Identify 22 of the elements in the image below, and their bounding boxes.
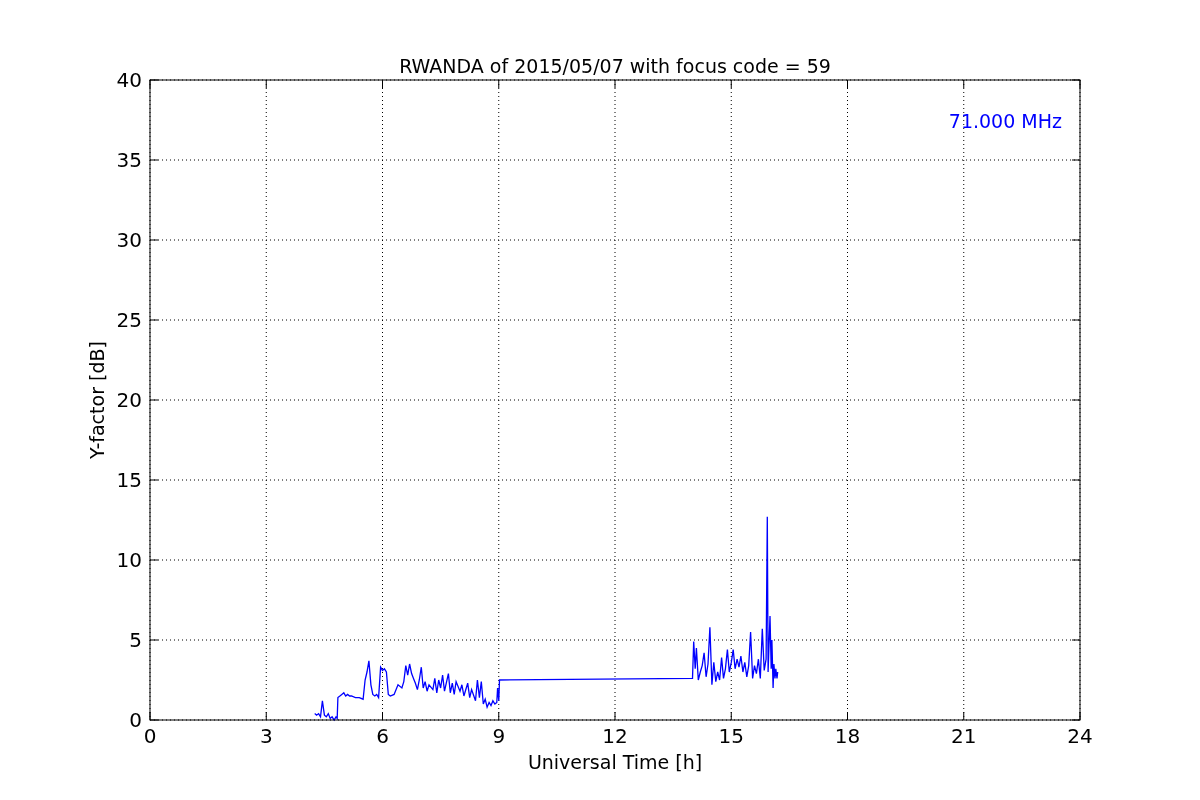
tick-label: 0 <box>143 724 157 748</box>
tick-label: 0 <box>129 708 142 732</box>
tick-label: 3 <box>259 724 273 748</box>
tick-label: 5 <box>129 628 142 652</box>
tick-label: 21 <box>951 724 977 748</box>
chart-title: RWANDA of 2015/05/07 with focus code = 59 <box>399 55 831 77</box>
tick-label: 24 <box>1067 724 1093 748</box>
tick-label: 15 <box>718 724 744 748</box>
y-axis-label: Y-factor [dB] <box>86 341 108 459</box>
tick-label: 40 <box>116 68 142 92</box>
tick-label: 10 <box>116 548 142 572</box>
tick-label: 25 <box>116 308 142 332</box>
tick-label: 20 <box>116 388 142 412</box>
tick-label: 30 <box>116 228 142 252</box>
tick-label: 15 <box>116 468 142 492</box>
tick-label: 6 <box>376 724 389 748</box>
tick-label: 35 <box>116 148 142 172</box>
x-axis-label: Universal Time [h] <box>527 751 703 773</box>
tick-label: 9 <box>492 724 506 748</box>
tick-label: 18 <box>834 724 861 748</box>
tick-label: 12 <box>602 724 628 748</box>
series-label: 71.000 MHz <box>948 110 1062 132</box>
